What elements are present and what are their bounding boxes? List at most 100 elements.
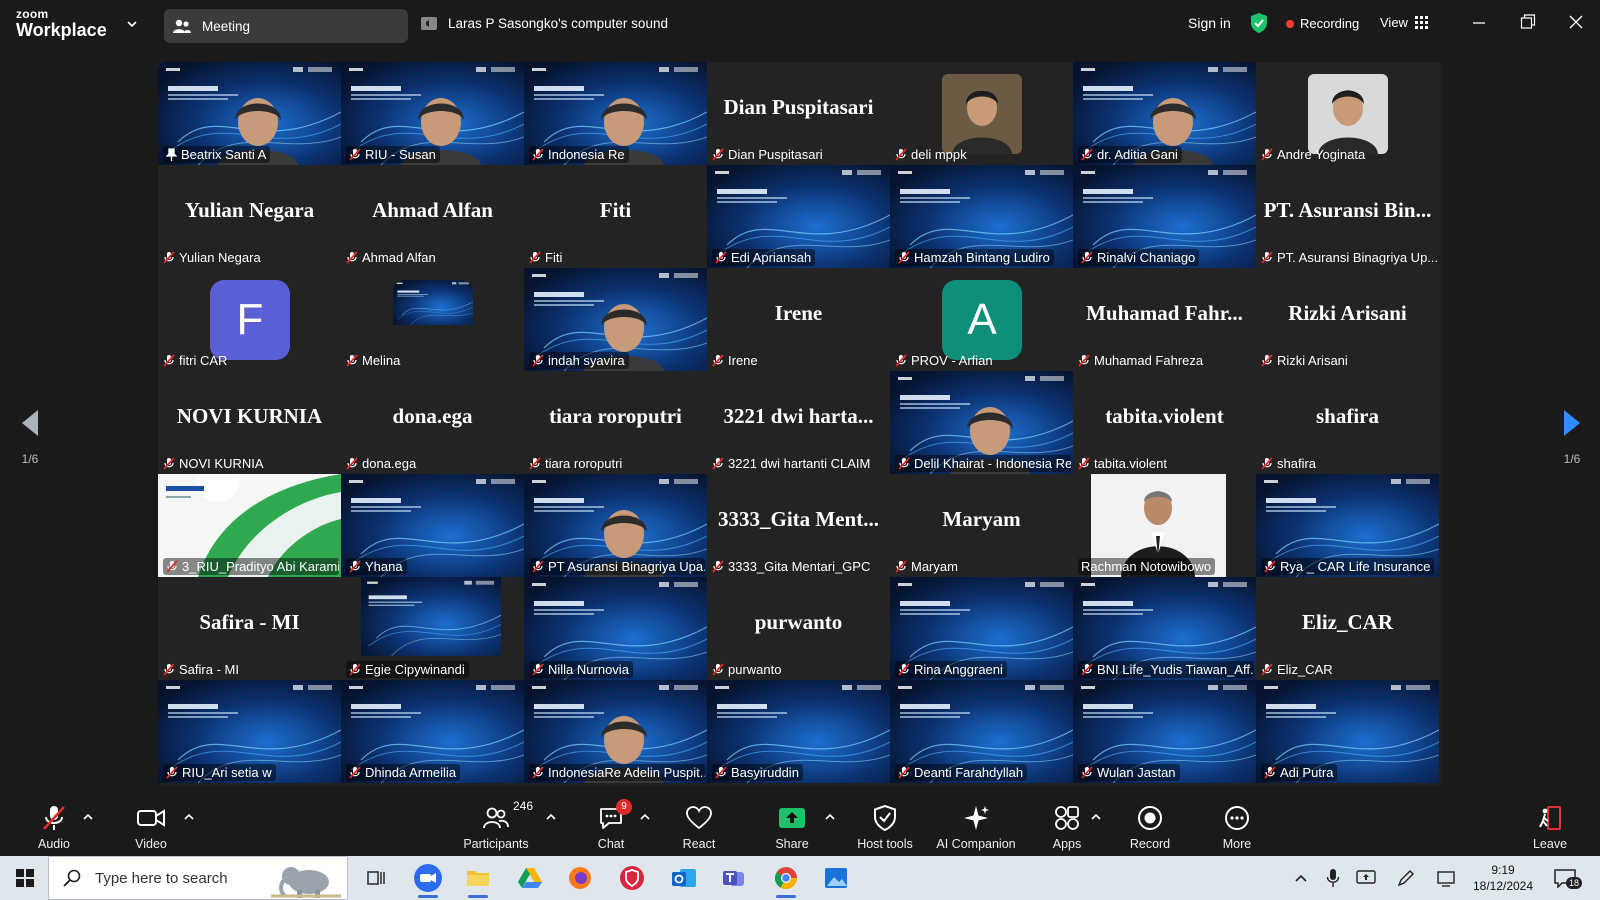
- next-page-nav[interactable]: 1/6: [1562, 408, 1582, 466]
- participant-tile[interactable]: PT Asuransi Binagriya Upa...: [524, 474, 707, 577]
- participant-tile[interactable]: 3333_Gita Ment... 3333_Gita Mentari_GPC: [707, 474, 890, 577]
- participant-tile[interactable]: Safira - MI Safira - MI: [158, 577, 341, 680]
- host-tools-button[interactable]: Host tools: [840, 803, 930, 851]
- taskbar-clock[interactable]: 9:19 18/12/2024: [1466, 862, 1540, 894]
- share-options-caret-icon[interactable]: [824, 811, 836, 823]
- participant-tile[interactable]: Dhinda Armeilia: [341, 680, 524, 783]
- participant-tile[interactable]: Nilla Nurnovia: [524, 577, 707, 680]
- participant-tile[interactable]: Yhana: [341, 474, 524, 577]
- screen-share-tray-icon[interactable]: [1356, 868, 1376, 888]
- participant-tile[interactable]: NOVI KURNIA NOVI KURNIA: [158, 371, 341, 474]
- chrome-icon[interactable]: [772, 864, 800, 898]
- google-drive-icon[interactable]: [516, 864, 544, 892]
- arrow-right-icon[interactable]: [1562, 408, 1582, 438]
- participants-options-caret-icon[interactable]: [545, 811, 557, 823]
- muted-mic-icon: [895, 148, 907, 161]
- participant-tile[interactable]: A PROV - Arfian: [890, 268, 1073, 371]
- participant-tile[interactable]: tiara roroputri tiara roroputri: [524, 371, 707, 474]
- task-view-icon[interactable]: [362, 864, 390, 892]
- participant-tile[interactable]: tabita.violent tabita.violent: [1073, 371, 1256, 474]
- apps-options-caret-icon[interactable]: [1090, 811, 1102, 823]
- participant-tile[interactable]: dona.ega dona.ega: [341, 371, 524, 474]
- participant-tile[interactable]: purwanto purwanto: [707, 577, 890, 680]
- participant-tile[interactable]: Ahmad Alfan Ahmad Alfan: [341, 165, 524, 268]
- firefox-icon[interactable]: [566, 864, 594, 892]
- ai-companion-button[interactable]: AI Companion: [931, 803, 1021, 851]
- participant-tile[interactable]: Maryam Maryam: [890, 474, 1073, 577]
- participant-display-name: tiara roroputri: [549, 404, 682, 428]
- taskbar-search-box[interactable]: Type here to search: [48, 856, 348, 900]
- arrow-left-icon[interactable]: [20, 408, 40, 438]
- previous-page-nav[interactable]: 1/6: [20, 408, 40, 466]
- participant-tile[interactable]: Adi Putra: [1256, 680, 1439, 783]
- participant-tile[interactable]: PT. Asuransi Bin... PT. Asuransi Binagri…: [1256, 165, 1439, 268]
- view-button[interactable]: View: [1380, 15, 1429, 30]
- participant-tile[interactable]: Fiti Fiti: [524, 165, 707, 268]
- chevron-up-icon[interactable]: [1294, 868, 1308, 888]
- file-explorer-icon[interactable]: [464, 864, 492, 898]
- notification-center[interactable]: 18: [1554, 868, 1583, 893]
- participant-tile[interactable]: Wulan Jastan: [1073, 680, 1256, 783]
- participant-tile[interactable]: BNI Life_Yudis Tiawan_Aff...: [1073, 577, 1256, 680]
- participant-tile[interactable]: Rina Anggraeni: [890, 577, 1073, 680]
- zoom-app-icon[interactable]: [414, 864, 442, 898]
- security-app-icon[interactable]: [618, 864, 646, 892]
- participant-tile[interactable]: dr. Aditia Gani: [1073, 62, 1256, 165]
- photos-app-icon[interactable]: [822, 864, 850, 892]
- windows-start-icon[interactable]: [16, 869, 34, 887]
- participant-tile[interactable]: Andre Yoginata: [1256, 62, 1439, 165]
- participant-tile[interactable]: Melina: [341, 268, 524, 371]
- participant-tile[interactable]: Delil Khairat - Indonesia Re: [890, 371, 1073, 474]
- participant-tile[interactable]: indah syavira: [524, 268, 707, 371]
- participant-tile[interactable]: Rya _ CAR Life Insurance: [1256, 474, 1439, 577]
- participant-tile[interactable]: F fitri CAR: [158, 268, 341, 371]
- react-button[interactable]: React: [654, 803, 744, 851]
- participant-tile[interactable]: Indonesia Re: [524, 62, 707, 165]
- participant-tile[interactable]: Dian Puspitasari Dian Puspitasari: [707, 62, 890, 165]
- teams-icon[interactable]: [720, 864, 748, 892]
- restore-icon[interactable]: [1520, 12, 1536, 32]
- participant-tile[interactable]: shafira shafira: [1256, 371, 1439, 474]
- participant-tile[interactable]: 3_RIU_Pradityo Abi Karami: [158, 474, 341, 577]
- chat-label: Chat: [597, 837, 625, 851]
- participant-tile[interactable]: RIU - Susan: [341, 62, 524, 165]
- microphone-tray-icon[interactable]: [1326, 868, 1340, 888]
- participant-tile[interactable]: Rizki Arisani Rizki Arisani: [1256, 268, 1439, 371]
- chat-options-caret-icon[interactable]: [639, 811, 651, 823]
- leave-button[interactable]: Leave: [1505, 803, 1595, 851]
- participant-tile[interactable]: Yulian Negara Yulian Negara: [158, 165, 341, 268]
- recording-indicator[interactable]: Recording: [1286, 16, 1359, 31]
- participant-tile[interactable]: Basyiruddin: [707, 680, 890, 783]
- record-button[interactable]: Record: [1105, 803, 1195, 851]
- pen-tray-icon[interactable]: [1396, 868, 1416, 888]
- participant-tile[interactable]: Edi Apriansah: [707, 165, 890, 268]
- participant-tile[interactable]: Muhamad Fahr... Muhamad Fahreza: [1073, 268, 1256, 371]
- participant-tile[interactable]: Deanti Farahdyllah: [890, 680, 1073, 783]
- participant-tile[interactable]: Irene Irene: [707, 268, 890, 371]
- participant-tile[interactable]: Hamzah Bintang Ludiro: [890, 165, 1073, 268]
- participant-tile[interactable]: RIU_Ari setia w: [158, 680, 341, 783]
- close-icon[interactable]: [1568, 12, 1584, 32]
- chevron-down-icon[interactable]: [125, 17, 139, 31]
- audio-options-caret-icon[interactable]: [82, 811, 94, 823]
- muted-mic-icon: [532, 560, 544, 573]
- minimize-icon[interactable]: [1472, 12, 1486, 32]
- outlook-icon[interactable]: [670, 864, 698, 892]
- more-button[interactable]: More: [1192, 803, 1282, 851]
- participant-tile[interactable]: Beatrix Santi A: [158, 62, 341, 165]
- monitor-tray-icon[interactable]: [1436, 868, 1456, 888]
- participant-tile[interactable]: IndonesiaRe Adelin Puspit...: [524, 680, 707, 783]
- muted-mic-icon: [532, 766, 544, 779]
- muted-mic-icon: [1261, 251, 1273, 264]
- video-options-caret-icon[interactable]: [183, 811, 195, 823]
- computer-sound-indicator[interactable]: Laras P Sasongko's computer sound: [420, 14, 668, 32]
- participant-tile[interactable]: Eliz_CAR Eliz_CAR: [1256, 577, 1439, 680]
- participant-tile[interactable]: deli mppk: [890, 62, 1073, 165]
- participant-tile[interactable]: Rinalvi Chaniago: [1073, 165, 1256, 268]
- sign-in-link[interactable]: Sign in: [1188, 15, 1231, 31]
- participant-tile[interactable]: 3221 dwi harta... 3221 dwi hartanti CLAI…: [707, 371, 890, 474]
- participant-tile[interactable]: Rachman Notowibowo: [1073, 474, 1256, 577]
- encryption-shield-icon[interactable]: [1250, 12, 1268, 34]
- meeting-tab[interactable]: Meeting: [164, 9, 408, 43]
- participant-tile[interactable]: Egie Cipywinandi: [341, 577, 524, 680]
